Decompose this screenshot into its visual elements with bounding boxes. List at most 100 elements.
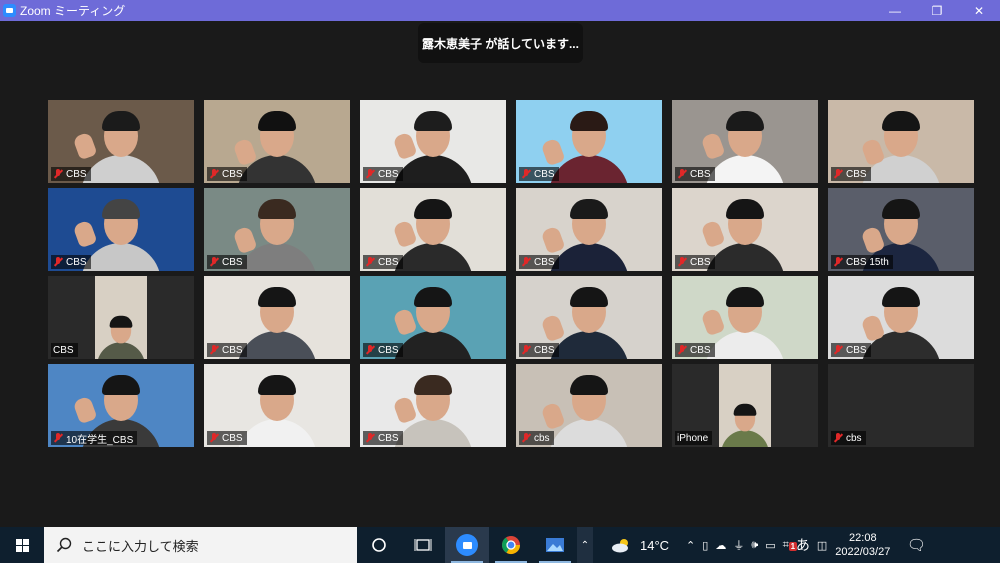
notification-app-icon[interactable]: ⌗ 1: [783, 539, 798, 552]
weather-cloud-icon: [612, 539, 628, 553]
active-speaker-banner: 露木恵美子 が話しています...: [418, 23, 583, 63]
participant-video-tile[interactable]: cbs: [828, 364, 974, 447]
participant-figure: [719, 401, 771, 447]
participant-video-tile[interactable]: CBS: [204, 100, 350, 183]
participant-video-tile[interactable]: CBS: [204, 364, 350, 447]
participant-video-tile[interactable]: CBS: [204, 188, 350, 271]
mic-muted-icon: [833, 433, 843, 443]
participant-video-tile[interactable]: CBS: [360, 100, 506, 183]
photos-taskbar-icon[interactable]: [533, 527, 577, 563]
participant-name: CBS: [66, 256, 87, 268]
mic-muted-icon: [677, 257, 687, 267]
participant-video-tile[interactable]: cbs: [516, 364, 662, 447]
badge-count: 1: [788, 541, 798, 551]
zoom-taskbar-icon[interactable]: [445, 527, 489, 563]
volume-icon[interactable]: 🕪: [751, 539, 758, 552]
clock-date: 2022/03/27: [835, 546, 891, 558]
participant-video-tile[interactable]: iPhone: [672, 364, 818, 447]
participant-video-tile[interactable]: CBS: [48, 100, 194, 183]
mic-muted-icon: [833, 169, 843, 179]
minimize-button[interactable]: —: [874, 0, 916, 21]
participant-name: 10在学生_CBS: [66, 434, 134, 446]
participant-name-label: CBS: [363, 167, 403, 181]
participant-name-label: cbs: [831, 431, 866, 445]
clipboard-icon[interactable]: ◫: [817, 539, 827, 552]
participant-video-tile[interactable]: CBS 15th: [828, 188, 974, 271]
participant-name-label: CBS: [51, 167, 91, 181]
participant-name-label: CBS 15th: [831, 255, 893, 269]
clock[interactable]: 22:08 2022/03/27: [835, 531, 890, 559]
participant-video-tile[interactable]: CBS: [828, 100, 974, 183]
participant-video-tile[interactable]: CBS: [672, 188, 818, 271]
action-center-icon[interactable]: 🗨: [896, 527, 936, 563]
task-view-icon[interactable]: [401, 527, 445, 563]
participant-video-tile[interactable]: CBS: [360, 276, 506, 359]
participant-video-tile[interactable]: CBS: [672, 100, 818, 183]
close-button[interactable]: ✕: [958, 0, 1000, 21]
overflow-chevron-icon[interactable]: ⌃: [577, 527, 593, 563]
chrome-taskbar-icon[interactable]: [489, 527, 533, 563]
mic-muted-icon: [521, 433, 531, 443]
participant-video-tile[interactable]: CBS: [672, 276, 818, 359]
portrait-video-inset: [719, 364, 771, 447]
participant-video-tile[interactable]: CBS: [360, 188, 506, 271]
ime-mode-indicator[interactable]: あ: [796, 535, 810, 555]
mic-muted-icon: [521, 257, 531, 267]
cortana-icon[interactable]: [357, 527, 401, 563]
battery-icon[interactable]: ▭: [765, 539, 775, 552]
participant-video-tile[interactable]: CBS: [516, 100, 662, 183]
weather-temperature[interactable]: 14°C: [640, 538, 669, 553]
participant-name: cbs: [846, 432, 862, 444]
participant-video-tile[interactable]: CBS: [204, 276, 350, 359]
participant-name: CBS: [846, 344, 867, 356]
participant-video-tile[interactable]: CBS: [48, 276, 194, 359]
participant-name: CBS: [690, 344, 711, 356]
participant-name: cbs: [534, 432, 550, 444]
mic-muted-icon: [53, 257, 63, 267]
participant-video-tile[interactable]: CBS: [516, 276, 662, 359]
tray-expand-icon[interactable]: ⌃: [686, 539, 695, 552]
clock-time: 22:08: [849, 532, 877, 544]
participant-name-label: CBS: [363, 343, 403, 357]
participant-name-label: iPhone: [675, 431, 713, 445]
participant-name: CBS: [53, 344, 74, 356]
participant-name: CBS: [846, 168, 867, 180]
participant-name: CBS: [66, 168, 87, 180]
mic-muted-icon: [209, 433, 219, 443]
search-placeholder: ここに入力して検索: [82, 538, 199, 554]
restore-button[interactable]: ❐: [916, 0, 958, 21]
participant-name: CBS 15th: [846, 256, 889, 268]
participant-name: CBS: [222, 344, 243, 356]
participant-name: CBS: [378, 432, 399, 444]
onedrive-cloud-icon[interactable]: ☁: [715, 539, 726, 552]
start-button[interactable]: [0, 527, 44, 563]
participant-name: CBS: [222, 432, 243, 444]
windows-logo-icon: [15, 538, 29, 552]
taskbar-search-box[interactable]: ここに入力して検索: [44, 527, 357, 563]
participant-video-tile[interactable]: 10在学生_CBS: [48, 364, 194, 447]
mic-muted-icon: [677, 345, 687, 355]
windows-taskbar: ここに入力して検索 ⌃ 14°C ⌃ ▯ ☁ ⏚ 🕪 ▭ ⌗ 1 あ ◫ 22:0…: [0, 527, 1000, 563]
participant-name: CBS: [378, 344, 399, 356]
participant-name-label: CBS: [831, 343, 871, 357]
participant-name: CBS: [690, 256, 711, 268]
mic-muted-icon: [365, 169, 375, 179]
participant-video-tile[interactable]: CBS: [516, 188, 662, 271]
mic-muted-icon: [521, 345, 531, 355]
mic-muted-icon: [521, 169, 531, 179]
tablet-icon[interactable]: ▯: [702, 539, 708, 552]
participant-name: CBS: [690, 168, 711, 180]
participant-name-label: CBS: [831, 167, 871, 181]
participant-video-tile[interactable]: CBS: [360, 364, 506, 447]
participant-video-tile[interactable]: CBS: [828, 276, 974, 359]
mic-muted-icon: [209, 257, 219, 267]
participant-video-tile[interactable]: CBS: [48, 188, 194, 271]
participant-name-label: CBS: [51, 255, 91, 269]
participant-name-label: CBS: [519, 343, 559, 357]
participant-name-label: cbs: [519, 431, 554, 445]
usb-icon[interactable]: ⏚: [733, 537, 744, 553]
participant-name-label: 10在学生_CBS: [51, 431, 138, 446]
participant-name-label: CBS: [519, 255, 559, 269]
mic-muted-icon: [365, 433, 375, 443]
participant-name-label: CBS: [207, 343, 247, 357]
